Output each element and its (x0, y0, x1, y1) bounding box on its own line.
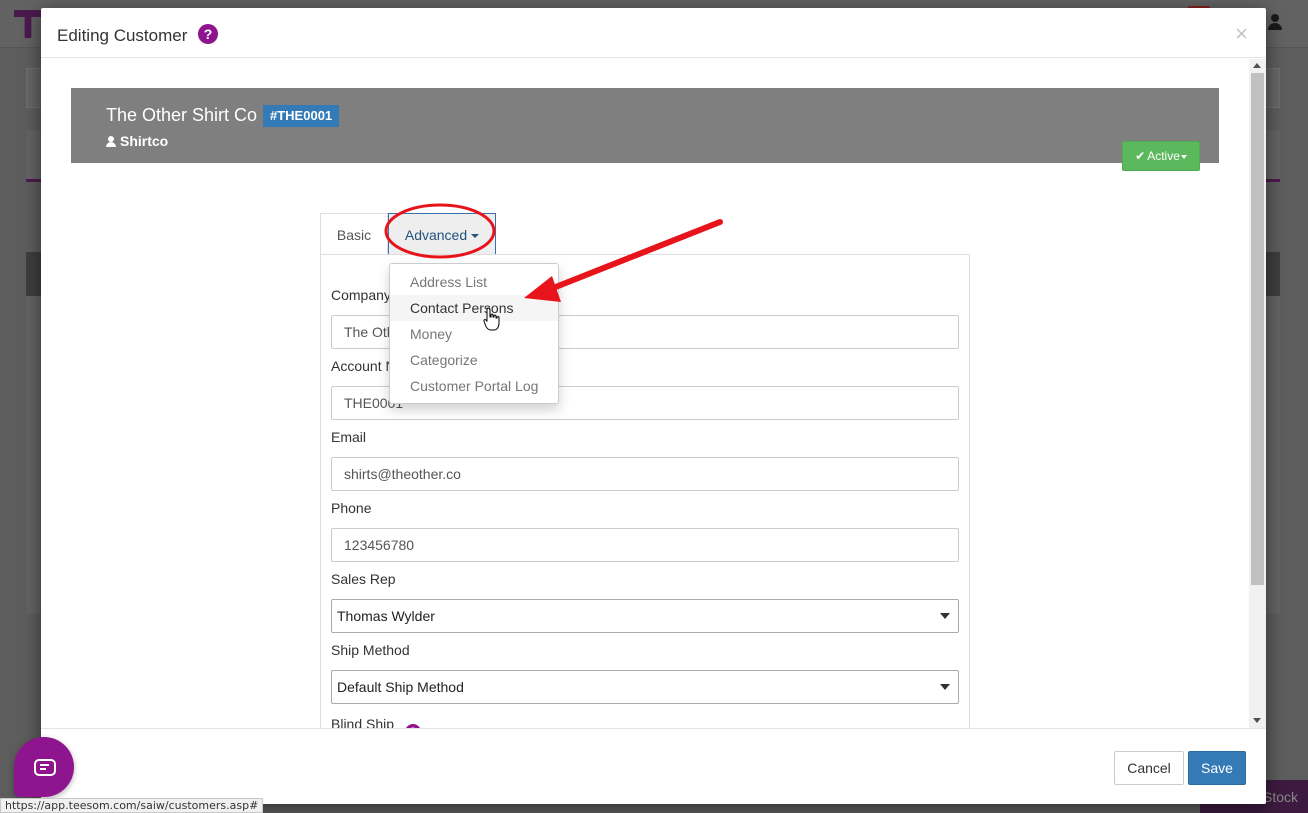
company-label: Company (331, 287, 391, 303)
modal-footer: Cancel Save (41, 728, 1266, 804)
save-button[interactable]: Save (1188, 751, 1246, 785)
teesom-logo (14, 10, 42, 38)
close-icon[interactable]: × (1235, 23, 1248, 45)
email-label: Email (331, 429, 367, 445)
sales-rep-label: Sales Rep (331, 571, 396, 587)
account-number-label: Account N (331, 358, 396, 374)
ship-method-label: Ship Method (331, 642, 410, 658)
tab-advanced-label: Advanced (404, 227, 468, 243)
ship-method-select[interactable]: Default Ship Method (331, 670, 959, 704)
modal-body: The Other Shirt Co #THE0001 Shirtco ✔ Act… (41, 59, 1266, 728)
email-value: shirts@theother.co (344, 466, 461, 482)
user-icon (106, 136, 116, 147)
company-field-value: The Oth (344, 324, 395, 340)
customer-header: The Other Shirt Co #THE0001 Shirtco (71, 88, 1219, 163)
select-arrow-icon (940, 613, 950, 619)
menu-item-customer-portal-log[interactable]: Customer Portal Log (390, 373, 558, 399)
phone-field[interactable]: 123456780 (331, 528, 959, 562)
modal-title: Editing Customer (57, 26, 188, 45)
menu-item-contact-persons[interactable]: Contact Persons (390, 295, 558, 321)
caret-down-icon (1180, 154, 1187, 159)
customer-code-badge: #THE0001 (263, 105, 340, 127)
customer-name: The Other Shirt Co (106, 105, 258, 125)
advanced-dropdown-menu: Address List Contact Persons Money Categ… (389, 263, 559, 404)
status-dropdown-button[interactable]: ✔ Active (1122, 141, 1200, 171)
status-bar-url: https://app.teesom.com/saiw/customers.as… (0, 798, 264, 813)
question-circle-icon[interactable]: ? (198, 24, 218, 44)
caret-down-icon (471, 234, 480, 239)
ship-method-value: Default Ship Method (337, 679, 464, 695)
modal-header: Editing Customer ? × (41, 8, 1266, 58)
menu-item-categorize[interactable]: Categorize (390, 347, 558, 373)
edit-customer-modal: Editing Customer ? × The Other Shirt Co … (41, 8, 1266, 804)
chat-launcher-button[interactable] (14, 737, 74, 797)
phone-value: 123456780 (344, 537, 415, 553)
user-icon (1268, 14, 1282, 30)
menu-item-money[interactable]: Money (390, 321, 558, 347)
scroll-up-arrow-icon[interactable] (1253, 63, 1261, 68)
chat-icon (34, 759, 56, 776)
scroll-down-arrow-icon[interactable] (1253, 718, 1261, 723)
menu-item-address-list[interactable]: Address List (390, 269, 558, 295)
sales-rep-select[interactable]: Thomas Wylder (331, 599, 959, 633)
tab-advanced[interactable]: Advanced (388, 213, 496, 255)
select-arrow-icon (940, 684, 950, 690)
cancel-button[interactable]: Cancel (1114, 751, 1184, 785)
phone-label: Phone (331, 500, 372, 516)
scroll-thumb[interactable] (1251, 73, 1264, 585)
modal-scrollbar[interactable] (1249, 59, 1266, 728)
blind-ship-label: Blind Ship (331, 716, 395, 728)
tab-basic[interactable]: Basic (320, 213, 388, 255)
sales-rep-value: Thomas Wylder (337, 608, 435, 624)
customer-nickname: Shirtco (106, 133, 168, 149)
customer-nickname-text: Shirtco (120, 133, 169, 149)
email-field[interactable]: shirts@theother.co (331, 457, 959, 491)
status-label: Active (1147, 149, 1180, 163)
check-icon: ✔ (1135, 149, 1146, 163)
